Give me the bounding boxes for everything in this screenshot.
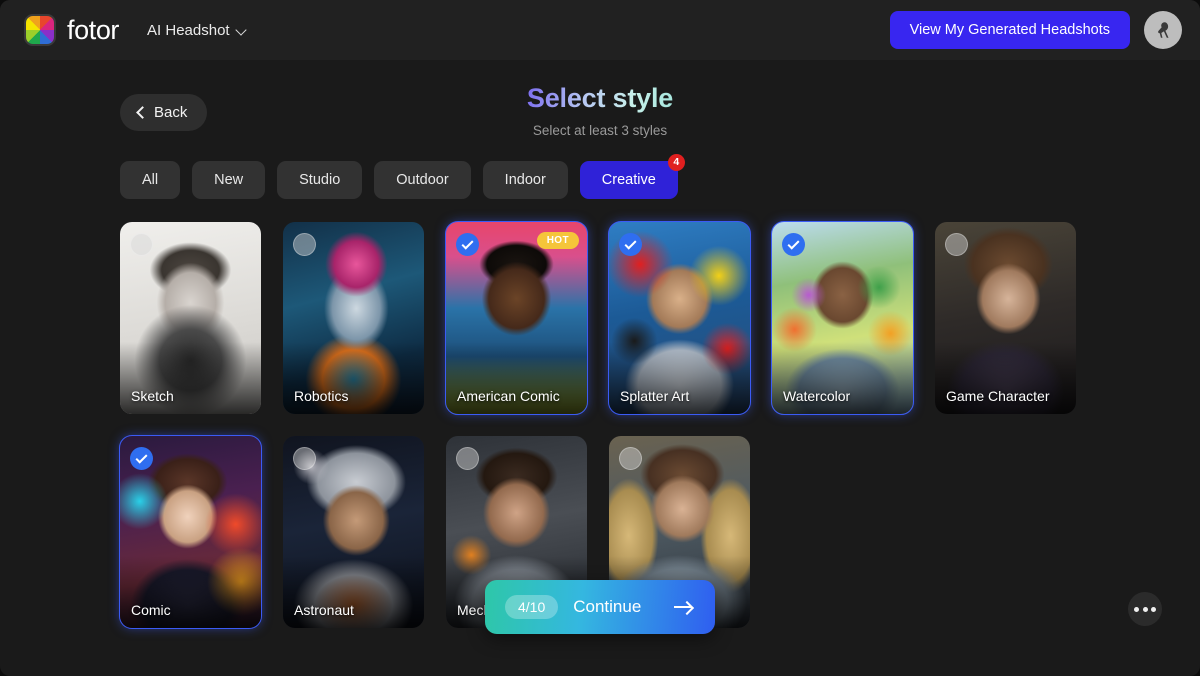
filter-chip-new[interactable]: New	[192, 161, 266, 199]
filter-chip-label: Studio	[299, 172, 341, 188]
checkmark-icon	[135, 451, 148, 464]
style-card-label: Comic	[131, 601, 171, 618]
continue-button[interactable]: 4/10 Continue	[485, 580, 715, 634]
unchecked-checkbox-icon[interactable]	[293, 233, 316, 256]
unchecked-checkbox-icon[interactable]	[945, 233, 968, 256]
brand-name: fotor	[67, 14, 120, 45]
app-window: fotor AI Headshot View My Generated Head…	[0, 0, 1200, 676]
filter-chip-indoor[interactable]: Indoor	[482, 161, 568, 199]
fotor-color-wheel-logo-icon	[24, 14, 56, 46]
style-card-label: American Comic	[457, 387, 560, 404]
checked-checkbox-icon[interactable]	[619, 233, 642, 256]
checkmark-icon	[624, 237, 637, 250]
filter-chip-badge: 4	[667, 154, 685, 171]
filter-chip-label: Creative	[601, 172, 656, 188]
topbar-actions: View My Generated Headshots	[889, 11, 1182, 49]
page-header: Back Select style Select at least 3 styl…	[0, 60, 1200, 150]
style-card[interactable]: Splatter Art	[608, 221, 751, 415]
arrow-right-icon	[674, 600, 693, 614]
selection-count-badge: 4/10	[505, 595, 559, 619]
filter-chip-outdoor[interactable]: Outdoor	[374, 161, 471, 199]
style-card-grid: Sketch Robotics HOT American Comic Splatter …	[119, 221, 1080, 629]
checked-checkbox-icon[interactable]	[456, 233, 479, 256]
style-card-label: Robotics	[294, 387, 349, 404]
ellipsis-icon	[1142, 606, 1148, 612]
filter-chip-creative[interactable]: Creative 4	[579, 154, 685, 199]
unchecked-checkbox-icon[interactable]	[130, 233, 153, 256]
style-card-label: Watercolor	[783, 387, 851, 404]
style-card[interactable]: Watercolor	[771, 221, 914, 415]
style-card[interactable]: Game Character	[935, 222, 1076, 414]
filter-chip-label: New	[214, 172, 244, 188]
chevron-left-icon	[136, 108, 145, 117]
style-card[interactable]: Robotics	[283, 222, 424, 414]
ellipsis-icon	[1134, 606, 1139, 612]
style-card-label: Astronaut	[294, 601, 354, 618]
bird-avatar-icon	[1158, 22, 1169, 38]
hot-badge: HOT	[536, 232, 579, 249]
back-button-label: Back	[154, 104, 188, 121]
page-title: Select style	[526, 83, 674, 113]
filter-chip-label: Indoor	[504, 172, 546, 188]
back-button[interactable]: Back	[120, 94, 208, 131]
continue-button-label: Continue	[573, 597, 642, 616]
avatar[interactable]	[1144, 11, 1182, 49]
ellipsis-icon	[1151, 606, 1156, 612]
unchecked-checkbox-icon[interactable]	[456, 447, 479, 470]
style-card-label: Splatter Art	[620, 387, 690, 404]
style-card[interactable]: Comic	[119, 435, 262, 629]
checked-checkbox-icon[interactable]	[782, 233, 805, 256]
style-card-label: Sketch	[131, 387, 174, 404]
view-generated-headshots-button[interactable]: View My Generated Headshots	[889, 11, 1130, 49]
chevron-down-icon	[237, 25, 248, 36]
app-selector-dropdown[interactable]: AI Headshot	[147, 22, 248, 39]
more-options-button[interactable]	[1128, 592, 1162, 626]
style-card-label: Game Character	[946, 387, 1050, 404]
filter-chip-label: All	[142, 172, 159, 188]
filter-chip-label: Outdoor	[396, 172, 449, 188]
style-category-filters: All New Studio Outdoor Indoor Creative 4	[120, 154, 685, 199]
checked-checkbox-icon[interactable]	[130, 447, 153, 470]
top-navigation-bar: fotor AI Headshot View My Generated Head…	[0, 0, 1200, 60]
brand-logo[interactable]: fotor	[24, 14, 119, 46]
unchecked-checkbox-icon[interactable]	[619, 447, 642, 470]
style-card[interactable]: Sketch	[120, 222, 261, 414]
style-card[interactable]: Astronaut	[283, 436, 424, 628]
style-card[interactable]: HOT American Comic	[445, 221, 588, 415]
unchecked-checkbox-icon[interactable]	[293, 447, 316, 470]
filter-chip-all[interactable]: All	[120, 161, 181, 199]
app-selector-label: AI Headshot	[147, 21, 230, 39]
checkmark-icon	[461, 237, 474, 250]
checkmark-icon	[787, 237, 800, 250]
filter-chip-studio[interactable]: Studio	[277, 161, 363, 199]
